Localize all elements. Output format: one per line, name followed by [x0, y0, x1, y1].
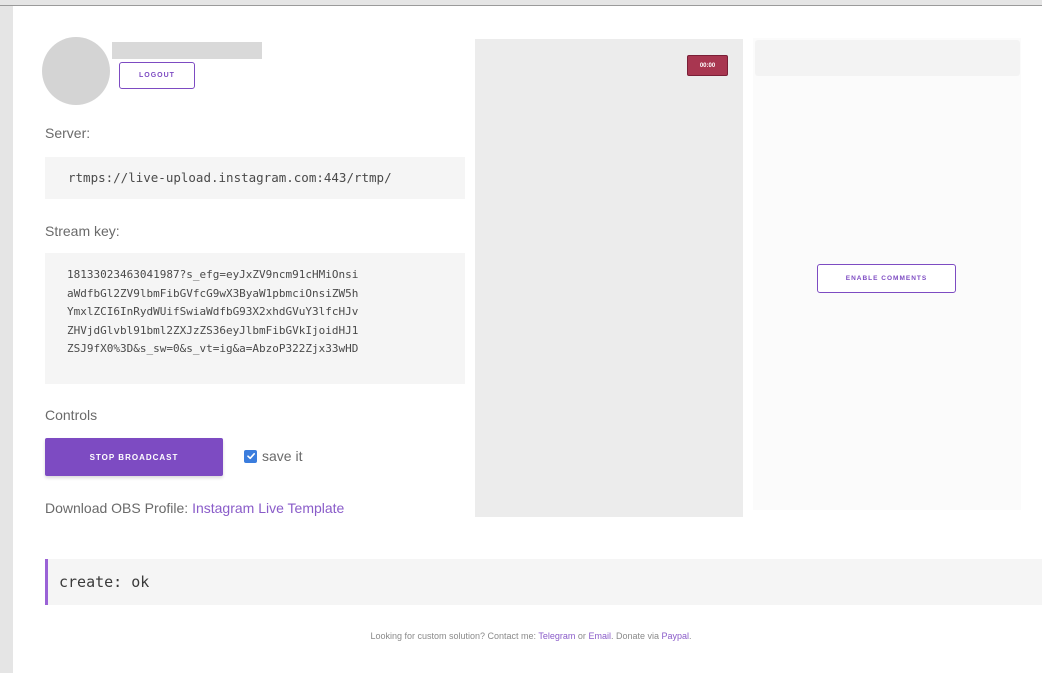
- stream-key-line: 18133023463041987?s_efg=eyJxZV9ncm91cHMi…: [67, 268, 359, 281]
- save-it-checkbox[interactable]: [244, 449, 257, 463]
- comments-header: [755, 40, 1020, 76]
- save-it-label: save it: [262, 448, 303, 464]
- telegram-link[interactable]: Telegram: [538, 631, 575, 641]
- footer-donate: . Donate via: [610, 631, 662, 641]
- save-it-option[interactable]: save it: [244, 448, 302, 464]
- checkmark-icon: [246, 453, 255, 460]
- controls-label: Controls: [45, 407, 98, 423]
- server-url-field[interactable]: rtmps://live-upload.instagram.com:443/rt…: [45, 157, 465, 199]
- paypal-link[interactable]: Paypal: [661, 631, 689, 641]
- broadcast-timer-badge: 00:00: [687, 55, 728, 76]
- username-placeholder: [112, 42, 262, 59]
- stream-key-line: ZHVjdGlvbl91bml2ZXJzZS36eyJlbmFibGVkIjoi…: [67, 323, 359, 337]
- instagram-live-template-link[interactable]: Instagram Live Template: [192, 500, 344, 516]
- footer-end: .: [689, 631, 692, 641]
- email-link[interactable]: Email: [588, 631, 611, 641]
- download-obs-profile: Download OBS Profile: Instagram Live Tem…: [45, 500, 344, 516]
- stream-key-field[interactable]: 18133023463041987?s_efg=eyJxZV9ncm91cHMi…: [45, 253, 465, 384]
- enable-comments-button[interactable]: ENABLE COMMENTS: [817, 264, 956, 293]
- stream-key-label: Stream key:: [45, 223, 120, 239]
- footer-or: or: [575, 631, 589, 641]
- video-preview: [475, 39, 743, 517]
- stream-key-line: ZSJ9fX0%3D&s_sw=0&s_vt=ig&a=AbzoP322Zjx3…: [67, 342, 359, 355]
- stream-key-line: aWdfbGl2ZV9lbmFibGVfcG9wX3ByaW1pbmciOnsi…: [67, 286, 359, 300]
- server-label: Server:: [45, 125, 91, 141]
- download-prefix: Download OBS Profile:: [45, 500, 193, 516]
- status-log: create: ok: [45, 559, 1042, 605]
- stream-key-line: YmxlZCI6InRydWUifSwiaWdfbG93X2xhdGVuY3lf…: [67, 305, 359, 318]
- footer: Looking for custom solution? Contact me:…: [0, 631, 1042, 641]
- stop-broadcast-button[interactable]: STOP BROADCAST: [45, 438, 223, 476]
- logout-button[interactable]: LOGOUT: [119, 62, 195, 89]
- footer-prefix: Looking for custom solution? Contact me:: [370, 631, 539, 641]
- avatar: [42, 37, 110, 105]
